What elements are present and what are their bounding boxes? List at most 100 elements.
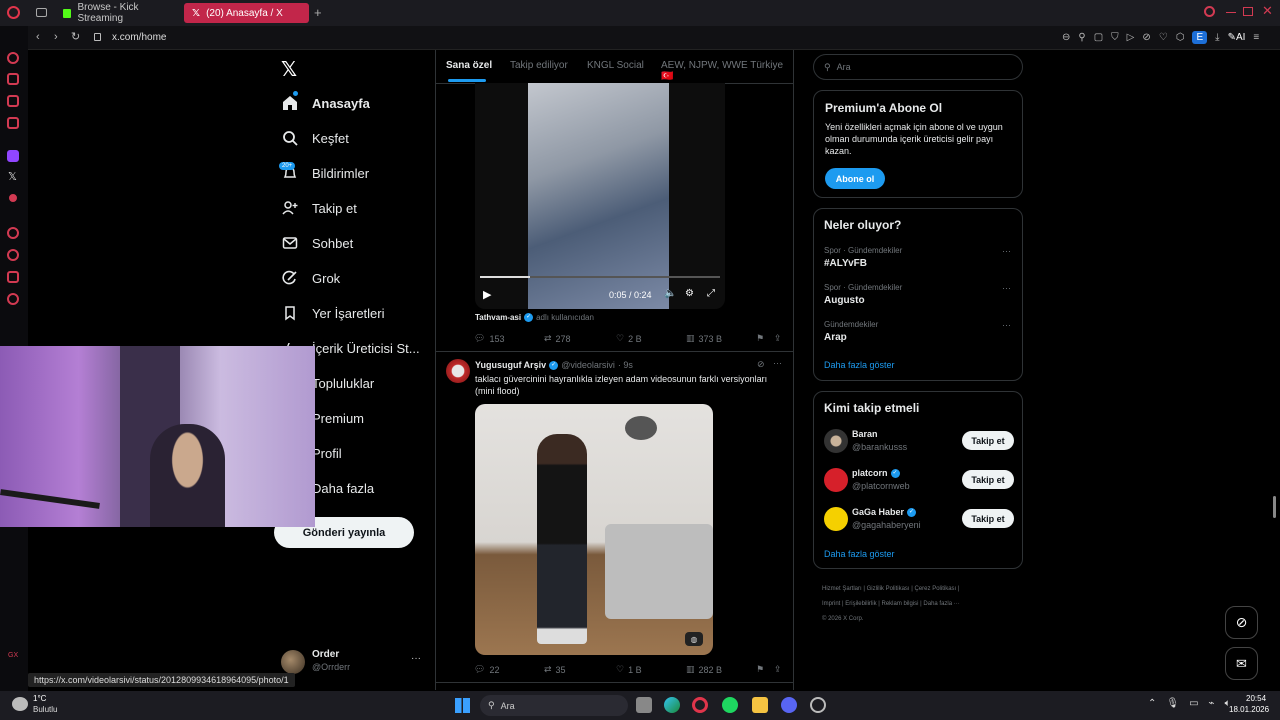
network-icon[interactable]: ▭ (1189, 698, 1198, 709)
weather-icon[interactable] (12, 697, 28, 711)
footer-link[interactable]: Çerez Politikası (915, 586, 957, 592)
post2-handle[interactable]: @videolarsivi (561, 360, 615, 370)
scrollbar-thumb[interactable] (1273, 496, 1276, 518)
nav-grok[interactable]: Grok (282, 264, 340, 292)
sidebar-x-icon[interactable]: 𝕏 (8, 170, 17, 183)
sidebar-history-icon[interactable] (7, 249, 19, 261)
app-icon[interactable] (810, 697, 826, 713)
views-action[interactable]: ▥ 373 B (686, 333, 722, 344)
account-more-icon[interactable]: ··· (411, 653, 421, 664)
sidebar-gx-icon[interactable]: GX (8, 652, 18, 659)
sidebar-instagram-icon[interactable] (7, 95, 19, 107)
close-window-button[interactable]: ✕ (1262, 3, 1273, 19)
post-more-icon[interactable]: ··· (773, 358, 782, 368)
sidebar-music-icon[interactable] (7, 117, 19, 129)
sidebar-app-icon[interactable] (9, 194, 17, 202)
follow-button[interactable]: Takip et (962, 470, 1014, 489)
follow-button[interactable]: Takip et (962, 431, 1014, 450)
edge-icon[interactable] (664, 697, 680, 713)
forward-icon[interactable]: › (54, 31, 58, 43)
who-show-more[interactable]: Daha fazla göster (824, 549, 895, 559)
spotify-icon[interactable] (722, 697, 738, 713)
trend-item[interactable]: Gündemdekiler Arap (824, 320, 878, 343)
zoom-icon[interactable]: ⊖ (1062, 32, 1070, 43)
footer-link[interactable]: Reklam bilgisi (882, 601, 919, 607)
sidebar-twitch-icon[interactable] (7, 150, 19, 162)
follow-suggestion[interactable]: GaGa Haber ✓ @gagahaberyeni Takip et (814, 506, 1024, 532)
tray-chevron-icon[interactable]: ⌃ (1148, 698, 1156, 709)
bookmark-action[interactable]: ⚑ (756, 333, 764, 344)
menu-icon[interactable]: ≡ (1253, 32, 1259, 43)
volume-icon[interactable]: 🔈 (664, 288, 676, 299)
tab-wrestling[interactable]: AEW, NJPW, WWE Türkiye 🇹🇷 (661, 60, 793, 82)
bookmark-action[interactable]: ⚑ (756, 664, 764, 675)
explorer-icon[interactable] (752, 697, 768, 713)
discord-icon[interactable] (781, 697, 797, 713)
footer-link[interactable]: Imprint (822, 601, 840, 607)
follow-suggestion[interactable]: platcorn ✓ @platcornweb Takip et (814, 467, 1024, 493)
sidebar-send-icon[interactable] (7, 271, 19, 283)
taskview-icon[interactable] (636, 697, 652, 713)
play-icon[interactable]: ▶ (483, 288, 491, 301)
clock-time[interactable]: 20:54 (1246, 694, 1266, 703)
follow-button[interactable]: Takip et (962, 509, 1014, 528)
opera-icon[interactable] (692, 697, 708, 713)
clock-date[interactable]: 18.01.2026 (1229, 705, 1269, 714)
tab-x-home[interactable]: 𝕏 (20) Anasayfa / X (184, 3, 309, 23)
repost-action[interactable]: ⇄ 278 (544, 333, 571, 344)
reload-icon[interactable]: ↻ (71, 30, 80, 43)
views-action[interactable]: ▥ 282 B (686, 664, 722, 675)
snapshot-icon[interactable]: ▢ (1094, 32, 1103, 43)
repost-action[interactable]: ⇄ 35 (544, 664, 566, 675)
tab-for-you[interactable]: Sana özel (446, 60, 492, 71)
heart-icon[interactable]: ♡ (1159, 32, 1168, 43)
post2-name[interactable]: Yugusuguf Arşiv (475, 360, 546, 370)
back-icon[interactable]: ‹ (36, 31, 40, 43)
like-action[interactable]: ♡ 1 B (616, 664, 642, 675)
sidebar-aria-icon[interactable] (7, 73, 19, 85)
tab-search-icon[interactable] (1204, 6, 1215, 17)
x-logo-icon[interactable]: 𝕏 (281, 57, 297, 82)
fullscreen-icon[interactable]: ⤢ (707, 288, 715, 299)
follow-suggestion[interactable]: Baran @barankusss Takip et (814, 428, 1024, 454)
footer-link[interactable]: Daha fazla ··· (923, 601, 959, 607)
sidebar-messenger-icon[interactable] (7, 52, 19, 64)
tab-kick[interactable]: Browse - Kick Streaming (55, 2, 180, 24)
nav-notifications[interactable]: Bildirimler (282, 159, 369, 187)
shield-icon[interactable]: ⛉ (1111, 32, 1119, 43)
ai-button[interactable]: ✎AI (1228, 32, 1246, 43)
windows-start-icon[interactable] (455, 698, 470, 713)
maximize-button[interactable] (1243, 7, 1253, 16)
grok-float-button[interactable]: ⊘ (1225, 606, 1258, 639)
url-field[interactable]: x.com/home (112, 32, 166, 43)
grok-post-icon[interactable]: ⊘ (757, 359, 765, 370)
post2-image[interactable]: ◍ (475, 404, 713, 655)
extension-badge[interactable]: E (1192, 31, 1208, 44)
downloads-icon[interactable]: ⊘ (1142, 32, 1150, 43)
minimize-button[interactable] (1226, 12, 1236, 13)
grok-image-icon[interactable]: ◍ (685, 632, 703, 646)
post1-video[interactable]: ▶ 0:05 / 0:24 🔈 ⚙ ⤢ (475, 83, 725, 309)
reply-action[interactable]: 💬︎ 153 (474, 333, 504, 344)
trend-more-icon[interactable]: ··· (1002, 320, 1011, 330)
trend-more-icon[interactable]: ··· (1002, 246, 1011, 256)
sidebar-clock-icon[interactable] (7, 227, 19, 239)
extensions-icon[interactable]: ⬡ (1176, 32, 1185, 43)
nav-bookmarks[interactable]: Yer İşaretleri (282, 299, 385, 327)
opera-logo-icon[interactable] (7, 6, 20, 19)
new-tab-button[interactable]: + (314, 5, 322, 20)
tab-kngl[interactable]: KNGL Social (587, 60, 644, 71)
tab-following[interactable]: Takip ediliyor (510, 60, 568, 71)
subscribe-button[interactable]: Abone ol (825, 168, 885, 189)
footer-link[interactable]: Hizmet Şartları (822, 586, 862, 592)
workspace-icon[interactable] (36, 8, 47, 17)
account-switcher[interactable]: Order @Orrderr ··· (281, 648, 426, 676)
like-action[interactable]: ♡ 2 B (616, 333, 642, 344)
footer-link[interactable]: Gizlilik Politikası (867, 586, 910, 592)
trend-more-icon[interactable]: ··· (1002, 283, 1011, 293)
footer-link[interactable]: Erişilebilirlik (845, 601, 876, 607)
share-action[interactable]: ⇪ (774, 664, 782, 675)
nav-chat[interactable]: Sohbet (282, 229, 353, 257)
trend-item[interactable]: Spor · Gündemdekiler Augusto (824, 283, 902, 306)
nav-explore[interactable]: Keşfet (282, 124, 349, 152)
